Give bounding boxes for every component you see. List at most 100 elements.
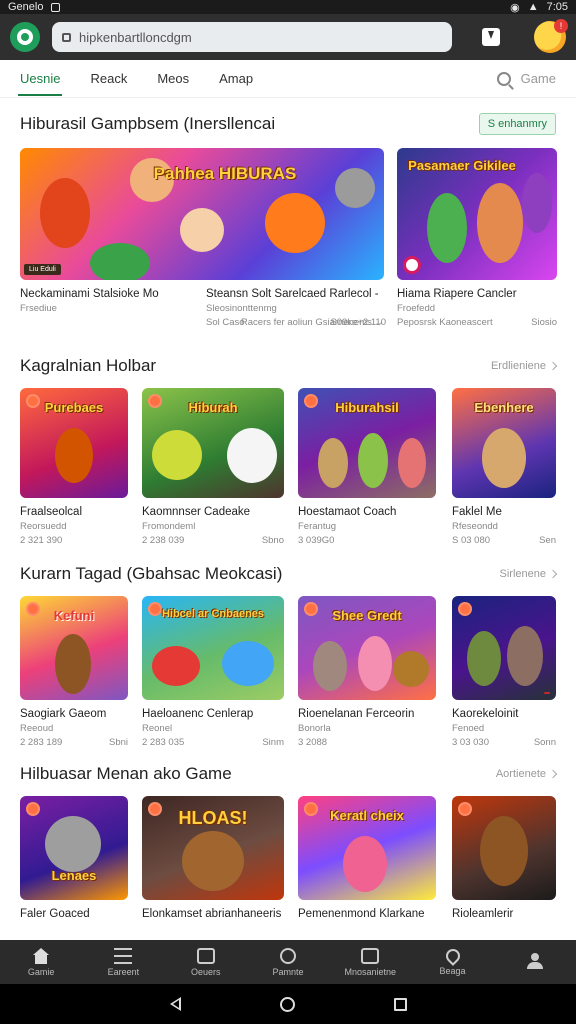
game-meta: Peposrsk Kaoneascert Siosio — [397, 317, 557, 328]
game-card[interactable]: Keratl cheix Pemenenmond Klarkane — [298, 796, 436, 920]
game-thumbnail — [452, 796, 556, 900]
recents-icon[interactable] — [393, 997, 407, 1011]
game-subtitle: Fenoed — [452, 723, 485, 734]
game-card[interactable]: HLOAS! Elonkamset abrianhaneeris — [142, 796, 284, 920]
game-card[interactable]: Kefuni Saogiark Gaeom Reeoud 2 283 189 Sb… — [20, 596, 128, 748]
game-thumbnail: Pahhea HIBURAS Liu Eduli — [20, 148, 384, 280]
game-meta: 3 03 030 Sonn — [452, 737, 556, 748]
tab-reack[interactable]: Reack — [90, 60, 127, 98]
game-meta: 2 283 189 Sbni — [20, 737, 128, 748]
avatar[interactable]: ! — [534, 19, 568, 53]
featured-chip[interactable]: S enhanmry — [478, 113, 556, 135]
game-subtitle: Ferantug — [298, 521, 337, 532]
game-meta-right: Sonn — [533, 737, 556, 748]
game-meta: Sol Caso S09ke+2.110 — [206, 317, 386, 328]
tab-amap[interactable]: Amap — [219, 60, 253, 98]
game-name: Faklel Me — [452, 506, 502, 518]
featured-section: Hiburasil Gampbsem (Inersllencai S enhan… — [0, 110, 576, 138]
nav-label: Gamie — [27, 966, 55, 977]
game-thumbnail: Shee Gredt — [298, 596, 436, 700]
featured-card-details[interactable]: Steansn Solt Sarelcaed Rarlecol - Sleosi… — [206, 280, 386, 328]
game-thumbnail: Purebaes — [20, 388, 128, 498]
game-thumbnail: Keratl cheix — [298, 796, 436, 900]
browser-toolbar: hipkenbartlloncdgm ! — [0, 14, 576, 60]
game-subtitle: Reorsuedd — [20, 521, 67, 532]
game-card[interactable]: Lenaes Faler Goaced — [20, 796, 128, 920]
game-card[interactable]: Kaorekeloinit Fenoed 3 03 030 Sonn — [452, 596, 556, 748]
game-meta-left: S 03 080 — [452, 535, 491, 546]
game-card[interactable]: Ebenhere Faklel Me Rfeseondd S 03 080 Sen — [452, 388, 556, 546]
game-card[interactable]: Hibcel ar Cnbaenes Haeloanenc Cenlerap R… — [142, 596, 284, 748]
game-thumbnail: Kefuni — [20, 596, 128, 700]
game-meta-right: Siosio — [531, 317, 557, 328]
nav-label: Beaga — [439, 965, 466, 976]
search-button[interactable]: Game — [496, 71, 556, 86]
section-see-all[interactable]: Sirlenene — [500, 568, 558, 580]
search-icon — [496, 71, 511, 86]
game-meta-left: 2 238 039 — [142, 535, 185, 546]
app-logo-icon[interactable] — [10, 22, 40, 52]
game-title-art: Keratl cheix — [330, 808, 404, 823]
game-name: Rioleamlerir — [452, 908, 514, 920]
system-nav — [0, 984, 576, 1024]
game-name: Hoestamaot Coach — [298, 506, 397, 518]
game-name: Pemenenmond Klarkane — [298, 908, 425, 920]
nav-item-profile[interactable] — [505, 952, 565, 972]
section-see-all[interactable]: Aortienete — [496, 768, 558, 780]
nav-label: Pamnte — [272, 966, 304, 977]
clock-time: 7:05 — [546, 1, 568, 13]
game-title-art: Shee Gredt — [332, 608, 402, 623]
game-name: Steansn Solt Sarelcaed Rarlecol - — [206, 288, 379, 300]
tab-meos[interactable]: Meos — [157, 60, 189, 98]
game-subtitle: Reeoud — [20, 723, 54, 734]
game-name: Kaorekeloinit — [452, 708, 519, 720]
nav-item-home[interactable]: Gamie — [11, 947, 71, 977]
game-name: Hiama Riapere Cancler — [397, 288, 517, 300]
game-meta-left: Sol Caso — [206, 317, 245, 328]
section-title: Kagralnian Holbar — [20, 356, 157, 375]
game-card[interactable]: Hiburahsil Hoestamaot Coach Ferantug 3 0… — [298, 388, 436, 546]
url-text: hipkenbartlloncdgm — [79, 29, 192, 45]
section-see-all[interactable]: Erdlieniene — [491, 360, 558, 372]
game-meta-right: S09ke+2.110 — [330, 317, 386, 328]
section-kagralnian: Kagralnian Holbar Erdlieniene — [0, 352, 576, 380]
download-icon[interactable] — [482, 28, 500, 46]
game-meta: 2 238 039 Sbno — [142, 535, 284, 546]
section-title: Kurarn Tagad (Gbahsac Meokcasi) — [20, 564, 283, 583]
nav-item-messages[interactable]: Mnosanietne — [340, 947, 400, 977]
game-card[interactable]: Shee Gredt Rioenelanan Ferceorin Bonorla… — [298, 596, 436, 748]
game-subtitle: Bonorla — [298, 723, 331, 734]
game-name: Fraalseolcal — [20, 506, 82, 518]
tab-bar: Uesnie Reack Meos Amap Game — [0, 60, 576, 98]
back-icon[interactable] — [169, 997, 181, 1011]
game-card[interactable]: Rioleamlerir — [452, 796, 556, 920]
tab-uesnie[interactable]: Uesnie — [17, 60, 63, 98]
game-card[interactable]: Hiburah Kaomnnser Cadeake Fromondeml 2 2… — [142, 388, 284, 546]
wifi-icon: ◉ — [510, 1, 520, 14]
game-title-art: HLOAS! — [178, 808, 248, 828]
game-meta-left: 2 283 189 — [20, 737, 63, 748]
game-name: Rioenelanan Ferceorin — [298, 708, 415, 720]
game-thumbnail: Ebenhere — [452, 388, 556, 498]
nav-item-location[interactable]: Beaga — [423, 945, 483, 976]
location-icon — [442, 945, 463, 966]
nav-item-clock[interactable]: Pamnte — [258, 947, 318, 977]
game-card[interactable]: Purebaes Fraalseolcal Reorsuedd 2 321 39… — [20, 388, 128, 546]
menu-icon — [114, 947, 133, 964]
game-title-art: Lenaes — [51, 868, 97, 883]
game-thumbnail — [452, 596, 556, 700]
home-button-icon[interactable] — [279, 996, 295, 1012]
nav-item-people[interactable]: Oeuers — [176, 947, 236, 977]
section-kurarn: Kurarn Tagad (Gbahsac Meokcasi) Sirlenen… — [0, 560, 576, 588]
chevron-right-icon — [548, 769, 558, 779]
status-bar: Genelo ◉ ▲ 7:05 — [0, 0, 576, 14]
section-title: Hiburasil Gampbsem (Inersllencai — [20, 114, 276, 133]
game-title-art: Hiburahsil — [335, 400, 399, 415]
game-name: Saogiark Gaeom — [20, 708, 107, 720]
game-meta-right: Sbni — [108, 737, 128, 748]
url-field[interactable]: hipkenbartlloncdgm — [52, 22, 452, 52]
game-meta: 3 039G0 — [298, 535, 436, 546]
featured-card[interactable]: Pasamaer Gikilee Hiama Riapere Cancler F… — [397, 148, 557, 328]
game-subtitle: Rfeseondd — [452, 521, 498, 532]
nav-item-menu[interactable]: Eareent — [93, 947, 153, 977]
